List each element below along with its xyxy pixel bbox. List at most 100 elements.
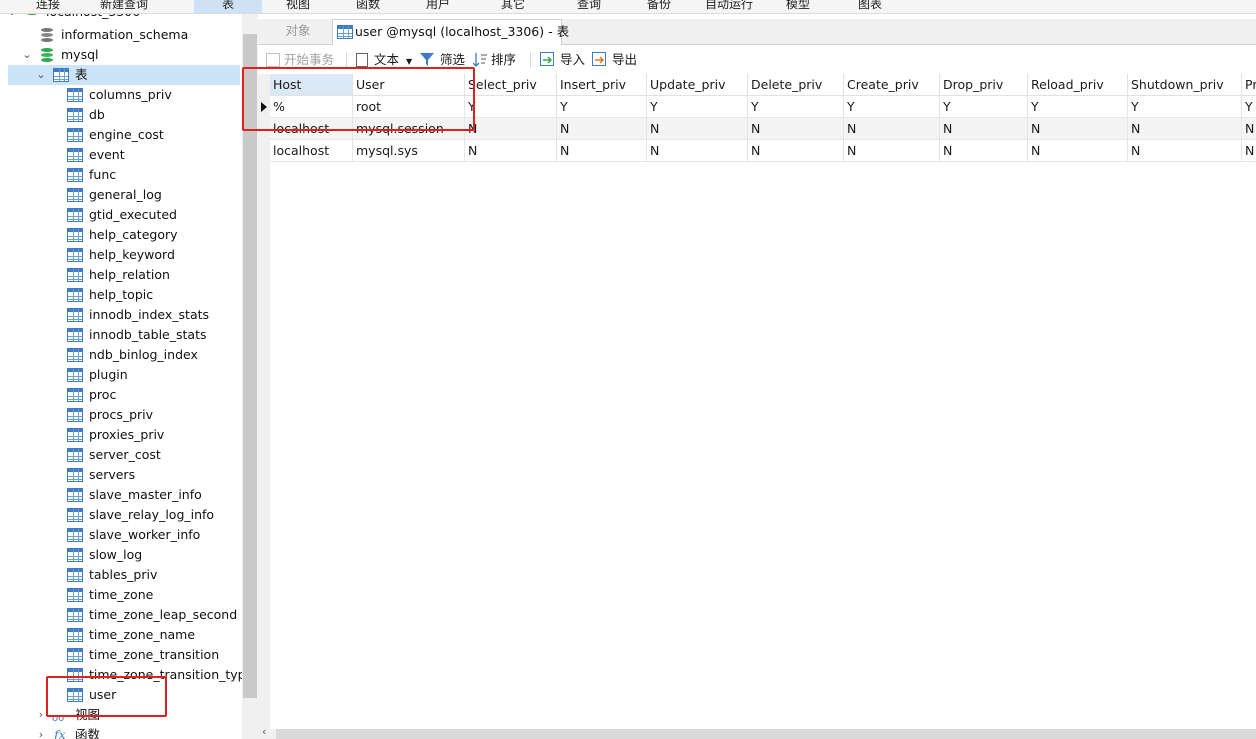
tree-table-item[interactable]: help_relation <box>0 265 240 285</box>
column-header[interactable]: Update_priv <box>647 74 748 96</box>
tree-table-item[interactable]: ndb_binlog_index <box>0 345 240 365</box>
tree-table-item[interactable]: event <box>0 145 240 165</box>
tree-table-item[interactable]: gtid_executed <box>0 205 240 225</box>
tree-table-item[interactable]: time_zone_name <box>0 625 240 645</box>
tab-user-table[interactable]: user @mysql (localhost_3306) - 表 <box>332 19 569 45</box>
tree-table-item[interactable]: innodb_table_stats <box>0 325 240 345</box>
table-cell[interactable]: Y <box>1028 96 1128 118</box>
tree-connection[interactable]: ⌄ localhost_3306 <box>0 14 240 22</box>
toolbar-query-button[interactable]: 查询 <box>569 0 609 13</box>
tree-database-information-schema[interactable]: information_schema <box>0 25 240 45</box>
tree-table-item[interactable]: proxies_priv <box>0 425 240 445</box>
table-cell[interactable]: Y <box>940 96 1028 118</box>
table-cell[interactable]: Y <box>465 96 557 118</box>
table-cell[interactable]: Y <box>1242 96 1256 118</box>
table-cell[interactable]: N <box>844 140 940 162</box>
table-cell[interactable]: Y <box>557 96 647 118</box>
table-cell[interactable]: N <box>940 140 1028 162</box>
table-cell[interactable]: N <box>465 118 557 140</box>
toolbar-new-query-button[interactable]: 新建查询 <box>92 0 156 13</box>
tree-table-item[interactable]: help_category <box>0 225 240 245</box>
tree-group-functions[interactable]: › fx 函数 <box>0 725 240 739</box>
tree-table-item[interactable]: innodb_index_stats <box>0 305 240 325</box>
column-header[interactable]: Drop_priv <box>940 74 1028 96</box>
table-cell[interactable]: N <box>748 118 844 140</box>
tree-table-item[interactable]: slave_worker_info <box>0 525 240 545</box>
table-cell[interactable]: N <box>940 118 1028 140</box>
toolbar-others-button[interactable]: 其它 <box>493 0 533 13</box>
tree-table-item[interactable]: time_zone <box>0 585 240 605</box>
export-button[interactable]: 导出 <box>592 50 637 70</box>
table-cell[interactable]: N <box>647 118 748 140</box>
table-cell[interactable]: N <box>1242 140 1256 162</box>
scroll-left-icon[interactable]: ‹ <box>262 725 266 738</box>
tab-objects[interactable]: 对象 <box>264 19 332 45</box>
table-cell[interactable]: N <box>647 140 748 162</box>
tree-table-item[interactable]: func <box>0 165 240 185</box>
tree-table-item[interactable]: proc <box>0 385 240 405</box>
table-cell[interactable]: Y <box>844 96 940 118</box>
tree-table-item[interactable]: time_zone_leap_second <box>0 605 240 625</box>
tree-table-item[interactable]: time_zone_transition <box>0 645 240 665</box>
table-cell[interactable]: Y <box>647 96 748 118</box>
toolbar-functions-button[interactable]: 函数 <box>348 0 388 13</box>
column-header[interactable]: Pr <box>1242 74 1256 96</box>
grid-horizontal-scrollbar[interactable]: ‹ <box>258 725 1256 739</box>
import-button[interactable]: 导入 <box>540 50 585 70</box>
table-cell[interactable]: Y <box>748 96 844 118</box>
table-cell[interactable]: localhost <box>270 140 353 162</box>
tree-table-item[interactable]: procs_priv <box>0 405 240 425</box>
grid-scrollbar-thumb[interactable] <box>276 729 1256 739</box>
table-cell[interactable]: N <box>1028 118 1128 140</box>
toolbar-model-button[interactable]: 模型 <box>778 0 818 13</box>
column-header[interactable]: Create_priv <box>844 74 940 96</box>
toolbar-tables-button[interactable]: 表 <box>194 0 262 13</box>
chevron-down-icon[interactable]: ⌄ <box>21 45 33 65</box>
tree-table-item[interactable]: db <box>0 105 240 125</box>
tree-table-item[interactable]: columns_priv <box>0 85 240 105</box>
tree-table-item[interactable]: plugin <box>0 365 240 385</box>
tree-table-item[interactable]: general_log <box>0 185 240 205</box>
tree-table-item[interactable]: server_cost <box>0 445 240 465</box>
begin-transaction-label: 开始事务 <box>284 52 335 67</box>
table-cell[interactable]: N <box>557 140 647 162</box>
chevron-down-icon[interactable]: ⌄ <box>6 14 18 22</box>
tree-database-mysql[interactable]: ⌄ mysql <box>0 45 240 65</box>
table-cell[interactable]: N <box>1242 118 1256 140</box>
tree-table-item[interactable]: servers <box>0 465 240 485</box>
column-header[interactable]: Shutdown_priv <box>1128 74 1242 96</box>
column-header[interactable]: Insert_priv <box>557 74 647 96</box>
chevron-down-icon[interactable]: ⌄ <box>35 65 47 85</box>
tree-table-item[interactable]: slave_relay_log_info <box>0 505 240 525</box>
toolbar-users-button[interactable]: 用户 <box>418 0 458 13</box>
table-cell[interactable]: N <box>557 118 647 140</box>
table-cell[interactable]: Y <box>1128 96 1242 118</box>
toolbar-automation-button[interactable]: 自动运行 <box>700 0 758 13</box>
column-header[interactable]: Reload_priv <box>1028 74 1128 96</box>
tree-table-item[interactable]: engine_cost <box>0 125 240 145</box>
table-cell[interactable]: N <box>844 118 940 140</box>
tree-group-tables[interactable]: ⌄ 表 <box>0 65 240 85</box>
tree-table-item[interactable]: help_keyword <box>0 245 240 265</box>
chevron-right-icon[interactable]: › <box>35 725 47 739</box>
column-header[interactable]: Select_priv <box>465 74 557 96</box>
tree-table-item[interactable]: slave_master_info <box>0 485 240 505</box>
table-cell[interactable]: N <box>465 140 557 162</box>
table-cell[interactable]: N <box>1128 118 1242 140</box>
toolbar-connect-button[interactable]: 连接 <box>28 0 68 13</box>
toolbar-views-button[interactable]: 视图 <box>278 0 318 13</box>
table-cell[interactable]: mysql.sys <box>353 140 465 162</box>
toolbar-charts-button[interactable]: 图表 <box>850 0 890 13</box>
column-header[interactable]: Delete_priv <box>748 74 844 96</box>
table-cell[interactable]: N <box>1128 140 1242 162</box>
tree-table-item[interactable]: slow_log <box>0 545 240 565</box>
tree-table-item[interactable]: help_topic <box>0 285 240 305</box>
toolbar-backup-button[interactable]: 备份 <box>639 0 679 13</box>
tree-table-label: gtid_executed <box>89 207 177 222</box>
main-toolbar: 连接 新建查询 表 视图 函数 用户 其它 查询 备份 自动运行 模型 图表 <box>0 0 1256 14</box>
table-cell[interactable]: N <box>748 140 844 162</box>
table-cell[interactable]: N <box>1028 140 1128 162</box>
sort-button[interactable]: 排序 <box>472 50 516 70</box>
tree-table-item[interactable]: tables_priv <box>0 565 240 585</box>
tree-scrollbar-thumb[interactable] <box>243 34 257 698</box>
